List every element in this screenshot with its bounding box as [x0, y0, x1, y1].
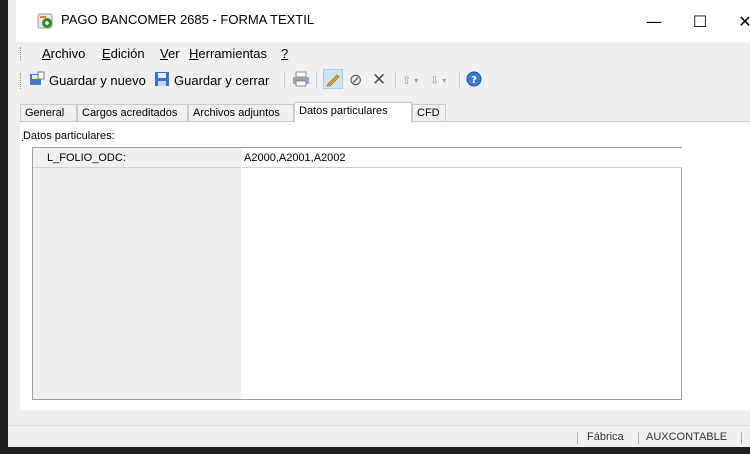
tab-strip: General Cargos acreditados Archivos adju… [16, 102, 750, 123]
status-separator [638, 432, 639, 444]
edit-button[interactable] [322, 68, 344, 92]
section-label: DDatos particulares: [22, 130, 115, 142]
toolbar-grip [20, 73, 23, 89]
save-close-button[interactable]: Guardar y cerrar [154, 70, 269, 90]
status-user: AUXCONTABLE [646, 431, 728, 443]
menu-edicion[interactable]: Edición [102, 46, 145, 61]
save-close-icon [154, 71, 170, 90]
status-separator [741, 432, 742, 444]
maximize-icon: ☐ [692, 11, 708, 31]
pencil-icon [322, 68, 344, 92]
help-button[interactable]: ? [466, 70, 482, 90]
status-bar: Fábrica AUXCONTABLE [8, 425, 750, 448]
tab-datos-particulares[interactable]: Datos particulares [294, 102, 412, 123]
menu-herramientas[interactable]: Herramientas [189, 46, 267, 61]
move-up-button[interactable]: ⇧ ▾ [402, 70, 418, 90]
toolbar-separator [395, 72, 396, 88]
menu-help[interactable]: ? [281, 46, 288, 61]
property-value-input[interactable]: A2000,A2001,A2002 [242, 148, 682, 168]
title-bar[interactable]: PAGO BANCOMER 2685 - FORMA TEXTIL — ☐ ✕ [16, 0, 750, 42]
menu-bar: Archivo Edición Ver Herramientas ? [16, 42, 750, 66]
grid-name-column [33, 148, 241, 399]
minimize-icon: — [646, 11, 662, 31]
svg-text:?: ? [471, 75, 477, 86]
property-name: L_FOLIO_ODC: [33, 148, 241, 168]
cancel-button[interactable]: ⊘ [349, 70, 362, 90]
tab-cargos-acreditados[interactable]: Cargos acreditados [77, 104, 188, 122]
app-icon [37, 13, 53, 29]
move-down-button[interactable]: ⇩ ▾ [430, 70, 446, 90]
close-icon: ✕ [738, 11, 750, 31]
menu-archivo[interactable]: Archivo [42, 46, 85, 61]
status-fabrica: Fábrica [587, 431, 624, 443]
dropdown-arrow-icon: ▾ [442, 75, 447, 85]
toolbar-separator [459, 72, 460, 88]
tab-general[interactable]: General [20, 104, 77, 122]
menu-grip [20, 47, 23, 61]
dropdown-arrow-icon: ▾ [414, 75, 419, 85]
window-title: PAGO BANCOMER 2685 - FORMA TEXTIL [61, 12, 315, 27]
cancel-icon: ⊘ [349, 72, 363, 89]
printer-icon [292, 71, 310, 90]
arrow-up-icon: ⇧ [402, 74, 412, 87]
maximize-button[interactable]: ☐ [677, 0, 723, 42]
print-button[interactable] [292, 70, 310, 90]
properties-grid: L_FOLIO_ODC: A2000,A2001,A2002 [32, 147, 682, 400]
minimize-button[interactable]: — [631, 0, 677, 42]
save-new-icon [29, 71, 45, 90]
menu-ver[interactable]: Ver [160, 46, 180, 61]
delete-button[interactable]: ✕ [372, 70, 386, 90]
close-button[interactable]: ✕ [722, 0, 750, 42]
background-window-strip [0, 447, 750, 454]
toolbar: Guardar y nuevo Guardar y cerrar ⊘ ✕ ⇧ ▾… [16, 67, 750, 93]
save-close-label: Guardar y cerrar [174, 72, 270, 88]
toolbar-separator [316, 72, 317, 88]
arrow-down-icon: ⇩ [430, 74, 440, 87]
delete-icon: ✕ [372, 70, 387, 89]
save-new-button[interactable]: Guardar y nuevo [29, 70, 146, 90]
tab-archivos-adjuntos[interactable]: Archivos adjuntos [188, 104, 294, 122]
toolbar-separator [284, 72, 285, 88]
help-icon: ? [466, 71, 482, 90]
status-separator [577, 432, 578, 444]
save-new-label: Guardar y nuevo [49, 72, 146, 88]
tab-cfd[interactable]: CFD [412, 104, 446, 122]
